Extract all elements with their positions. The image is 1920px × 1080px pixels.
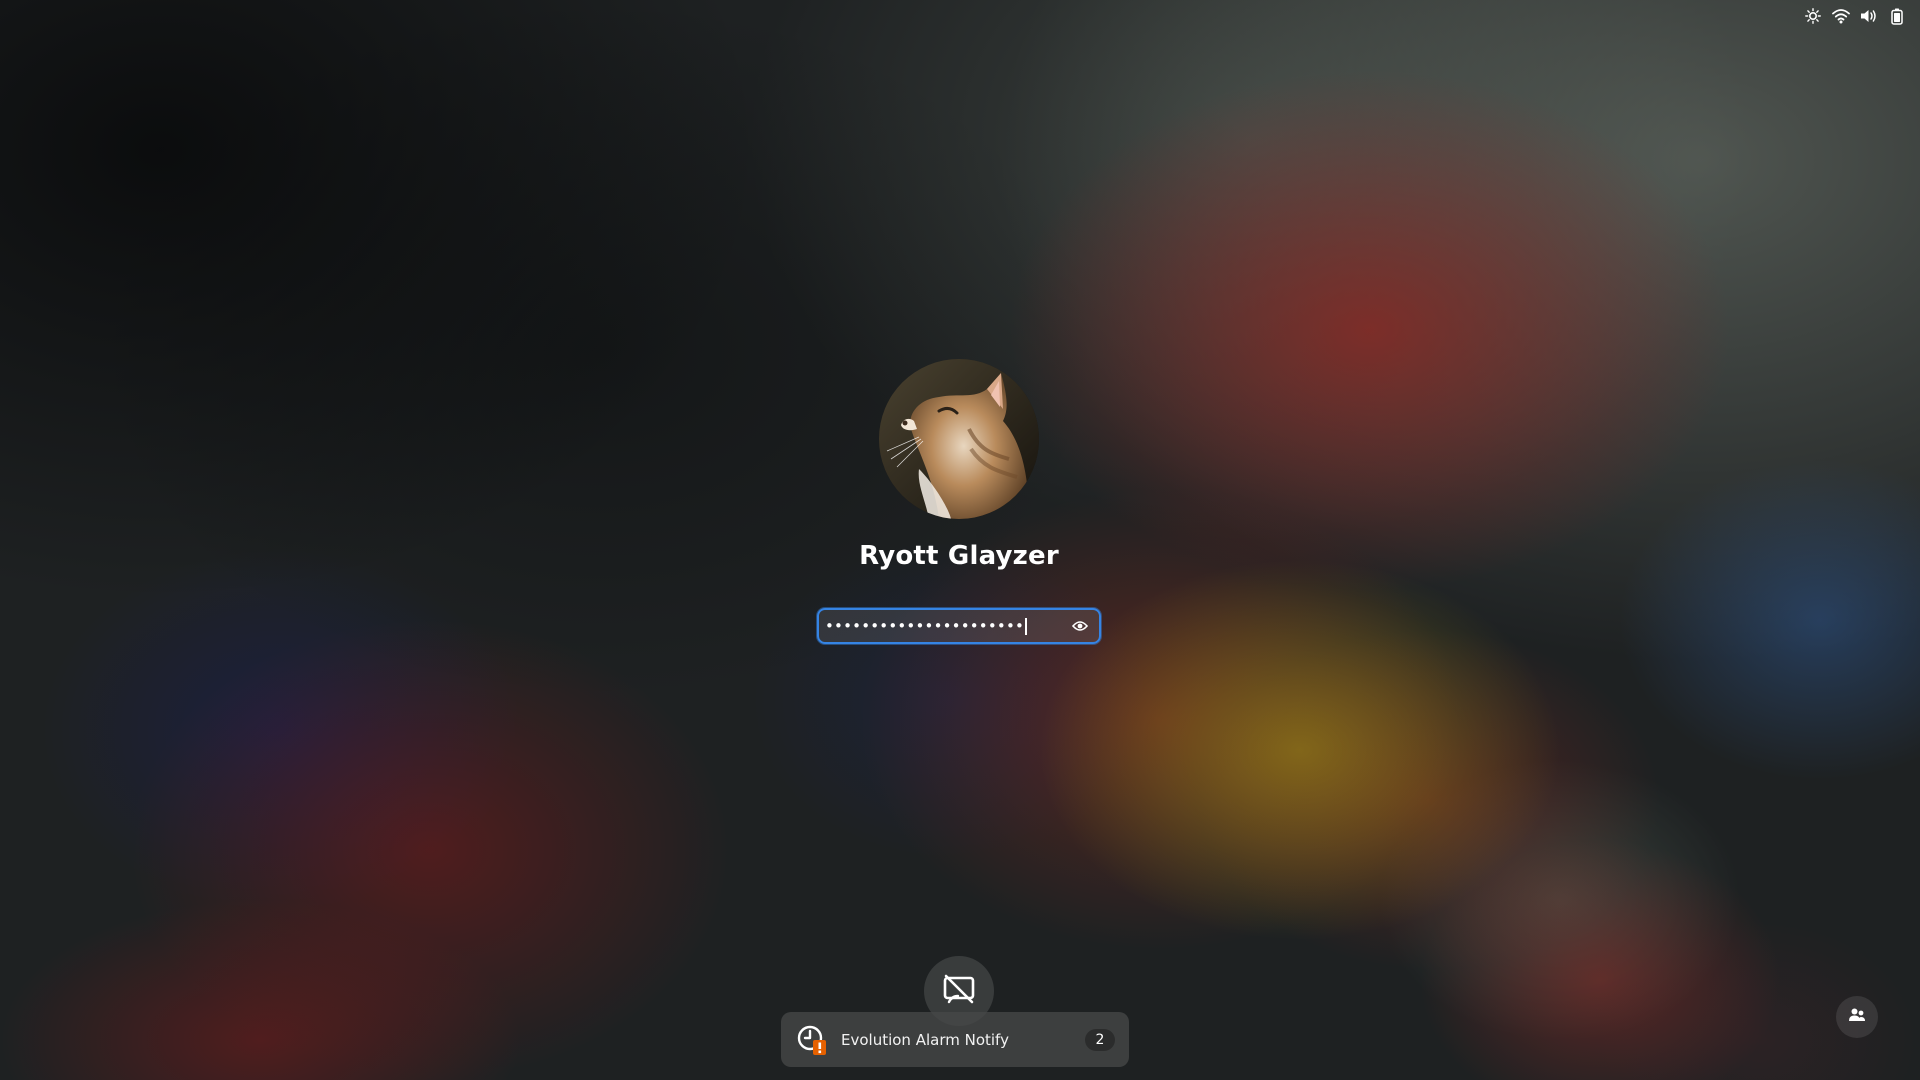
lock-screen: Ryott Glayzer •••••••••••••••••••••• Evo… — [0, 0, 1920, 1080]
show-password-button[interactable] — [1065, 611, 1095, 641]
system-status-area[interactable] — [1804, 6, 1906, 26]
user-name: Ryott Glayzer — [859, 541, 1059, 571]
password-field[interactable]: •••••••••••••••••••••• — [817, 608, 1101, 644]
notification-evolution-alarm[interactable]: Evolution Alarm Notify 2 — [781, 1012, 1129, 1067]
brightness-icon — [1804, 6, 1822, 26]
notification-title: Evolution Alarm Notify — [841, 1030, 1009, 1049]
text-cursor — [1025, 618, 1028, 635]
password-mask: •••••••••••••••••••••• — [825, 617, 1025, 635]
switch-user-icon — [1848, 1007, 1866, 1027]
volume-icon — [1860, 6, 1878, 26]
password-input[interactable]: •••••••••••••••••••••• — [819, 610, 1065, 642]
battery-icon — [1888, 6, 1906, 26]
avatar — [879, 359, 1039, 519]
wifi-icon — [1832, 6, 1850, 26]
notification-count-badge: 2 — [1085, 1028, 1115, 1051]
alarm-clock-warning-icon — [795, 1023, 829, 1057]
switch-user-button[interactable] — [1836, 996, 1878, 1038]
login-dialog: Ryott Glayzer •••••••••••••••••••••• — [0, 359, 1920, 659]
eye-icon — [1071, 617, 1089, 636]
screen-share-off-icon — [942, 974, 976, 1008]
